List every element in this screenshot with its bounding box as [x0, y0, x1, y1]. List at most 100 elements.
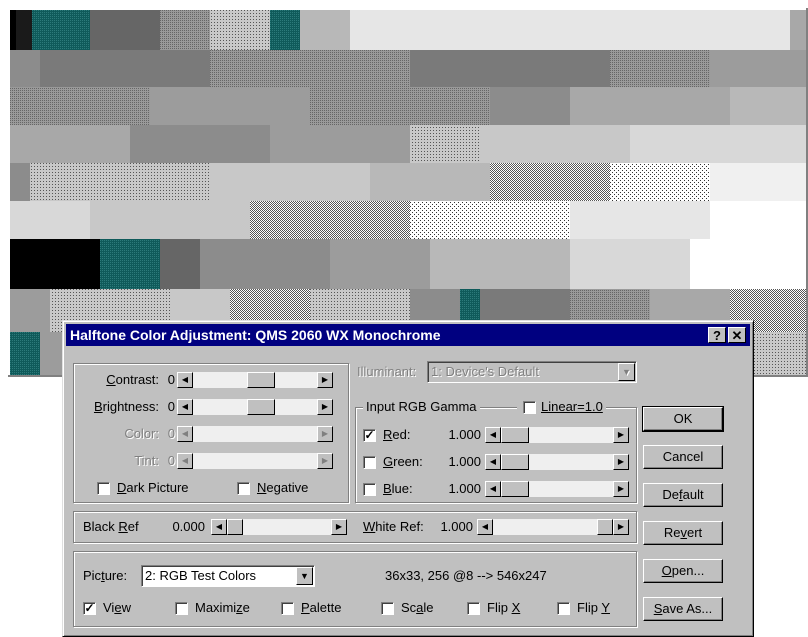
- halftone-swatch: [710, 163, 806, 201]
- scroll-left-icon[interactable]: ◀: [177, 372, 193, 388]
- picture-info: 36x33, 256 @8 --> 546x247: [385, 568, 547, 583]
- slider-thumb[interactable]: [227, 519, 243, 535]
- black-ref-label: Black Ref: [83, 519, 139, 534]
- scroll-left-icon: ◀: [177, 453, 193, 469]
- white-ref-slider[interactable]: ◀ ▶: [477, 519, 629, 535]
- color-slider: ◀ ▶: [177, 426, 333, 442]
- view-checkbox[interactable]: ✓: [83, 602, 96, 615]
- save-as-button[interactable]: Save As...: [643, 597, 723, 621]
- green-checkbox[interactable]: [363, 456, 376, 469]
- halftone-swatch: [10, 201, 90, 239]
- scroll-right-icon[interactable]: ▶: [613, 481, 629, 497]
- scroll-left-icon[interactable]: ◀: [211, 519, 227, 535]
- scroll-left-icon[interactable]: ◀: [485, 427, 501, 443]
- halftone-swatch: [10, 289, 50, 332]
- halftone-swatch: [610, 163, 710, 201]
- dialog-title: Halftone Color Adjustment: QMS 2060 WX M…: [70, 327, 441, 343]
- chevron-down-icon[interactable]: ▼: [296, 567, 313, 585]
- dark-picture-label[interactable]: Dark Picture: [117, 479, 189, 497]
- red-checkbox[interactable]: ✓: [363, 429, 376, 442]
- scroll-left-icon[interactable]: ◀: [485, 481, 501, 497]
- halftone-swatch: [10, 332, 40, 375]
- halftone-swatch: [630, 125, 806, 163]
- scale-label[interactable]: Scale: [401, 599, 434, 617]
- halftone-swatch: [250, 201, 410, 239]
- halftone-swatch: [10, 239, 100, 289]
- scroll-right-icon[interactable]: ▶: [613, 427, 629, 443]
- negative-checkbox[interactable]: [237, 482, 250, 495]
- halftone-swatch: [150, 87, 310, 125]
- green-label[interactable]: Green:: [383, 453, 423, 471]
- slider-thumb[interactable]: [501, 427, 529, 443]
- negative-label[interactable]: Negative: [257, 479, 308, 497]
- blue-checkbox[interactable]: [363, 483, 376, 496]
- slider-thumb[interactable]: [501, 481, 529, 497]
- slider-thumb[interactable]: [501, 454, 529, 470]
- halftone-swatch: [10, 125, 130, 163]
- scroll-left-icon[interactable]: ◀: [477, 519, 493, 535]
- flip-y-checkbox[interactable]: [557, 602, 570, 615]
- halftone-swatch: [570, 239, 690, 289]
- green-value: 1.000: [448, 454, 481, 469]
- halftone-swatch: [490, 87, 570, 125]
- contrast-label: Contrast:: [106, 372, 159, 387]
- contrast-slider[interactable]: ◀ ▶: [177, 372, 333, 388]
- red-label[interactable]: Red:: [383, 426, 410, 444]
- halftone-swatch: [490, 163, 610, 201]
- scroll-right-icon[interactable]: ▶: [613, 519, 629, 535]
- help-button[interactable]: ?: [708, 327, 726, 343]
- halftone-swatch: [350, 10, 790, 50]
- blue-gamma-slider[interactable]: ◀ ▶: [485, 481, 629, 497]
- tint-value: 0: [167, 453, 175, 468]
- flip-y-label[interactable]: Flip Y: [577, 599, 610, 617]
- halftone-swatch: [710, 50, 806, 87]
- picture-group: [73, 551, 637, 627]
- scroll-right-icon[interactable]: ▶: [331, 519, 347, 535]
- dark-picture-checkbox[interactable]: [97, 482, 110, 495]
- slider-thumb[interactable]: [247, 372, 275, 388]
- picture-select[interactable]: 2: RGB Test Colors ▼: [141, 565, 315, 587]
- halftone-swatch: [410, 50, 610, 87]
- brightness-label: Brightness:: [93, 399, 159, 414]
- halftone-swatch: [210, 163, 370, 201]
- palette-checkbox[interactable]: [281, 602, 294, 615]
- maximize-checkbox[interactable]: [175, 602, 188, 615]
- scroll-left-icon[interactable]: ◀: [485, 454, 501, 470]
- scroll-right-icon[interactable]: ▶: [317, 399, 333, 415]
- open-button[interactable]: Open...: [643, 559, 723, 583]
- linear-checkbox[interactable]: [523, 401, 536, 414]
- scroll-right-icon[interactable]: ▶: [613, 454, 629, 470]
- revert-button[interactable]: Revert: [643, 521, 723, 545]
- maximize-label[interactable]: Maximize: [195, 599, 250, 617]
- flip-x-checkbox[interactable]: [467, 602, 480, 615]
- scroll-left-icon[interactable]: ◀: [177, 399, 193, 415]
- halftone-swatch: [10, 10, 16, 50]
- ok-button[interactable]: OK: [642, 406, 724, 432]
- illuminant-label: Illuminant:: [357, 364, 417, 379]
- close-button[interactable]: ✕: [728, 327, 746, 343]
- brightness-slider[interactable]: ◀ ▶: [177, 399, 333, 415]
- halftone-swatch: [16, 10, 32, 50]
- halftone-swatch: [570, 201, 710, 239]
- halftone-swatch: [90, 10, 160, 50]
- view-label[interactable]: View: [103, 599, 131, 617]
- slider-thumb[interactable]: [597, 519, 613, 535]
- cancel-button[interactable]: Cancel: [643, 445, 723, 469]
- dialog-title-bar[interactable]: Halftone Color Adjustment: QMS 2060 WX M…: [66, 324, 750, 346]
- black-ref-slider[interactable]: ◀ ▶: [211, 519, 347, 535]
- green-gamma-slider[interactable]: ◀ ▶: [485, 454, 629, 470]
- halftone-swatch: [410, 201, 570, 239]
- color-label: Color:: [124, 426, 159, 441]
- flip-x-label[interactable]: Flip X: [487, 599, 520, 617]
- default-button[interactable]: Default: [643, 483, 723, 507]
- red-gamma-slider[interactable]: ◀ ▶: [485, 427, 629, 443]
- halftone-swatch: [130, 125, 270, 163]
- halftone-swatch: [30, 163, 210, 201]
- scale-checkbox[interactable]: [381, 602, 394, 615]
- palette-label[interactable]: Palette: [301, 599, 341, 617]
- blue-label[interactable]: Blue:: [383, 480, 413, 498]
- halftone-swatch: [210, 10, 270, 50]
- slider-thumb[interactable]: [247, 399, 275, 415]
- scroll-right-icon: ▶: [317, 426, 333, 442]
- scroll-right-icon[interactable]: ▶: [317, 372, 333, 388]
